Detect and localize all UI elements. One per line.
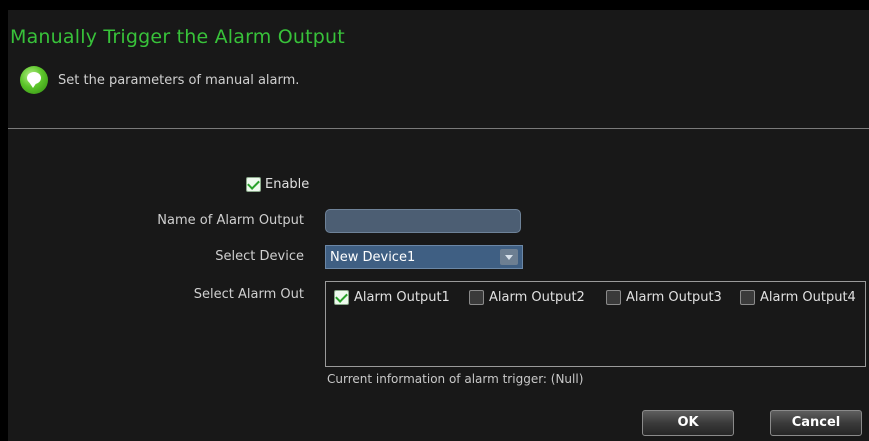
enable-checkbox-row[interactable]: Enable <box>246 177 309 192</box>
alarm-output-label: Alarm Output4 <box>760 290 856 305</box>
alarm-output-label: Alarm Output1 <box>354 290 450 305</box>
alarm-output2-checkbox[interactable] <box>469 290 484 305</box>
alarm-output-label: Alarm Output3 <box>626 290 722 305</box>
alarm-output-option[interactable]: Alarm Output4 <box>740 290 856 305</box>
name-label: Name of Alarm Output <box>157 213 304 228</box>
subtitle-row: Set the parameters of manual alarm. <box>20 64 299 96</box>
alarm-output3-checkbox[interactable] <box>606 290 621 305</box>
alarm-name-input[interactable] <box>325 209 521 233</box>
cancel-button[interactable]: Cancel <box>770 410 862 436</box>
device-select-value: New Device1 <box>330 250 416 265</box>
current-trigger-info: Current information of alarm trigger: (N… <box>327 372 584 386</box>
info-bubble-icon <box>20 66 48 94</box>
device-select[interactable]: New Device1 <box>325 245 523 269</box>
alarm-output-list: Alarm Output1 Alarm Output2 Alarm Output… <box>325 281 866 367</box>
subtitle: Set the parameters of manual alarm. <box>58 72 300 88</box>
chevron-down-icon[interactable] <box>500 249 518 265</box>
ok-button[interactable]: OK <box>642 410 734 436</box>
page-title: Manually Trigger the Alarm Output <box>10 26 345 48</box>
enable-checkbox[interactable] <box>246 177 261 192</box>
alarm-output-option[interactable]: Alarm Output2 <box>469 290 585 305</box>
alarm-out-label: Select Alarm Out <box>193 287 304 302</box>
alarm-output-option[interactable]: Alarm Output1 <box>334 290 450 305</box>
divider <box>8 128 869 129</box>
enable-label: Enable <box>265 177 310 192</box>
alarm-output4-checkbox[interactable] <box>740 290 755 305</box>
alarm-output-option[interactable]: Alarm Output3 <box>606 290 722 305</box>
alarm-output-label: Alarm Output2 <box>489 290 585 305</box>
alarm-output1-checkbox[interactable] <box>334 290 349 305</box>
device-label: Select Device <box>215 249 304 264</box>
